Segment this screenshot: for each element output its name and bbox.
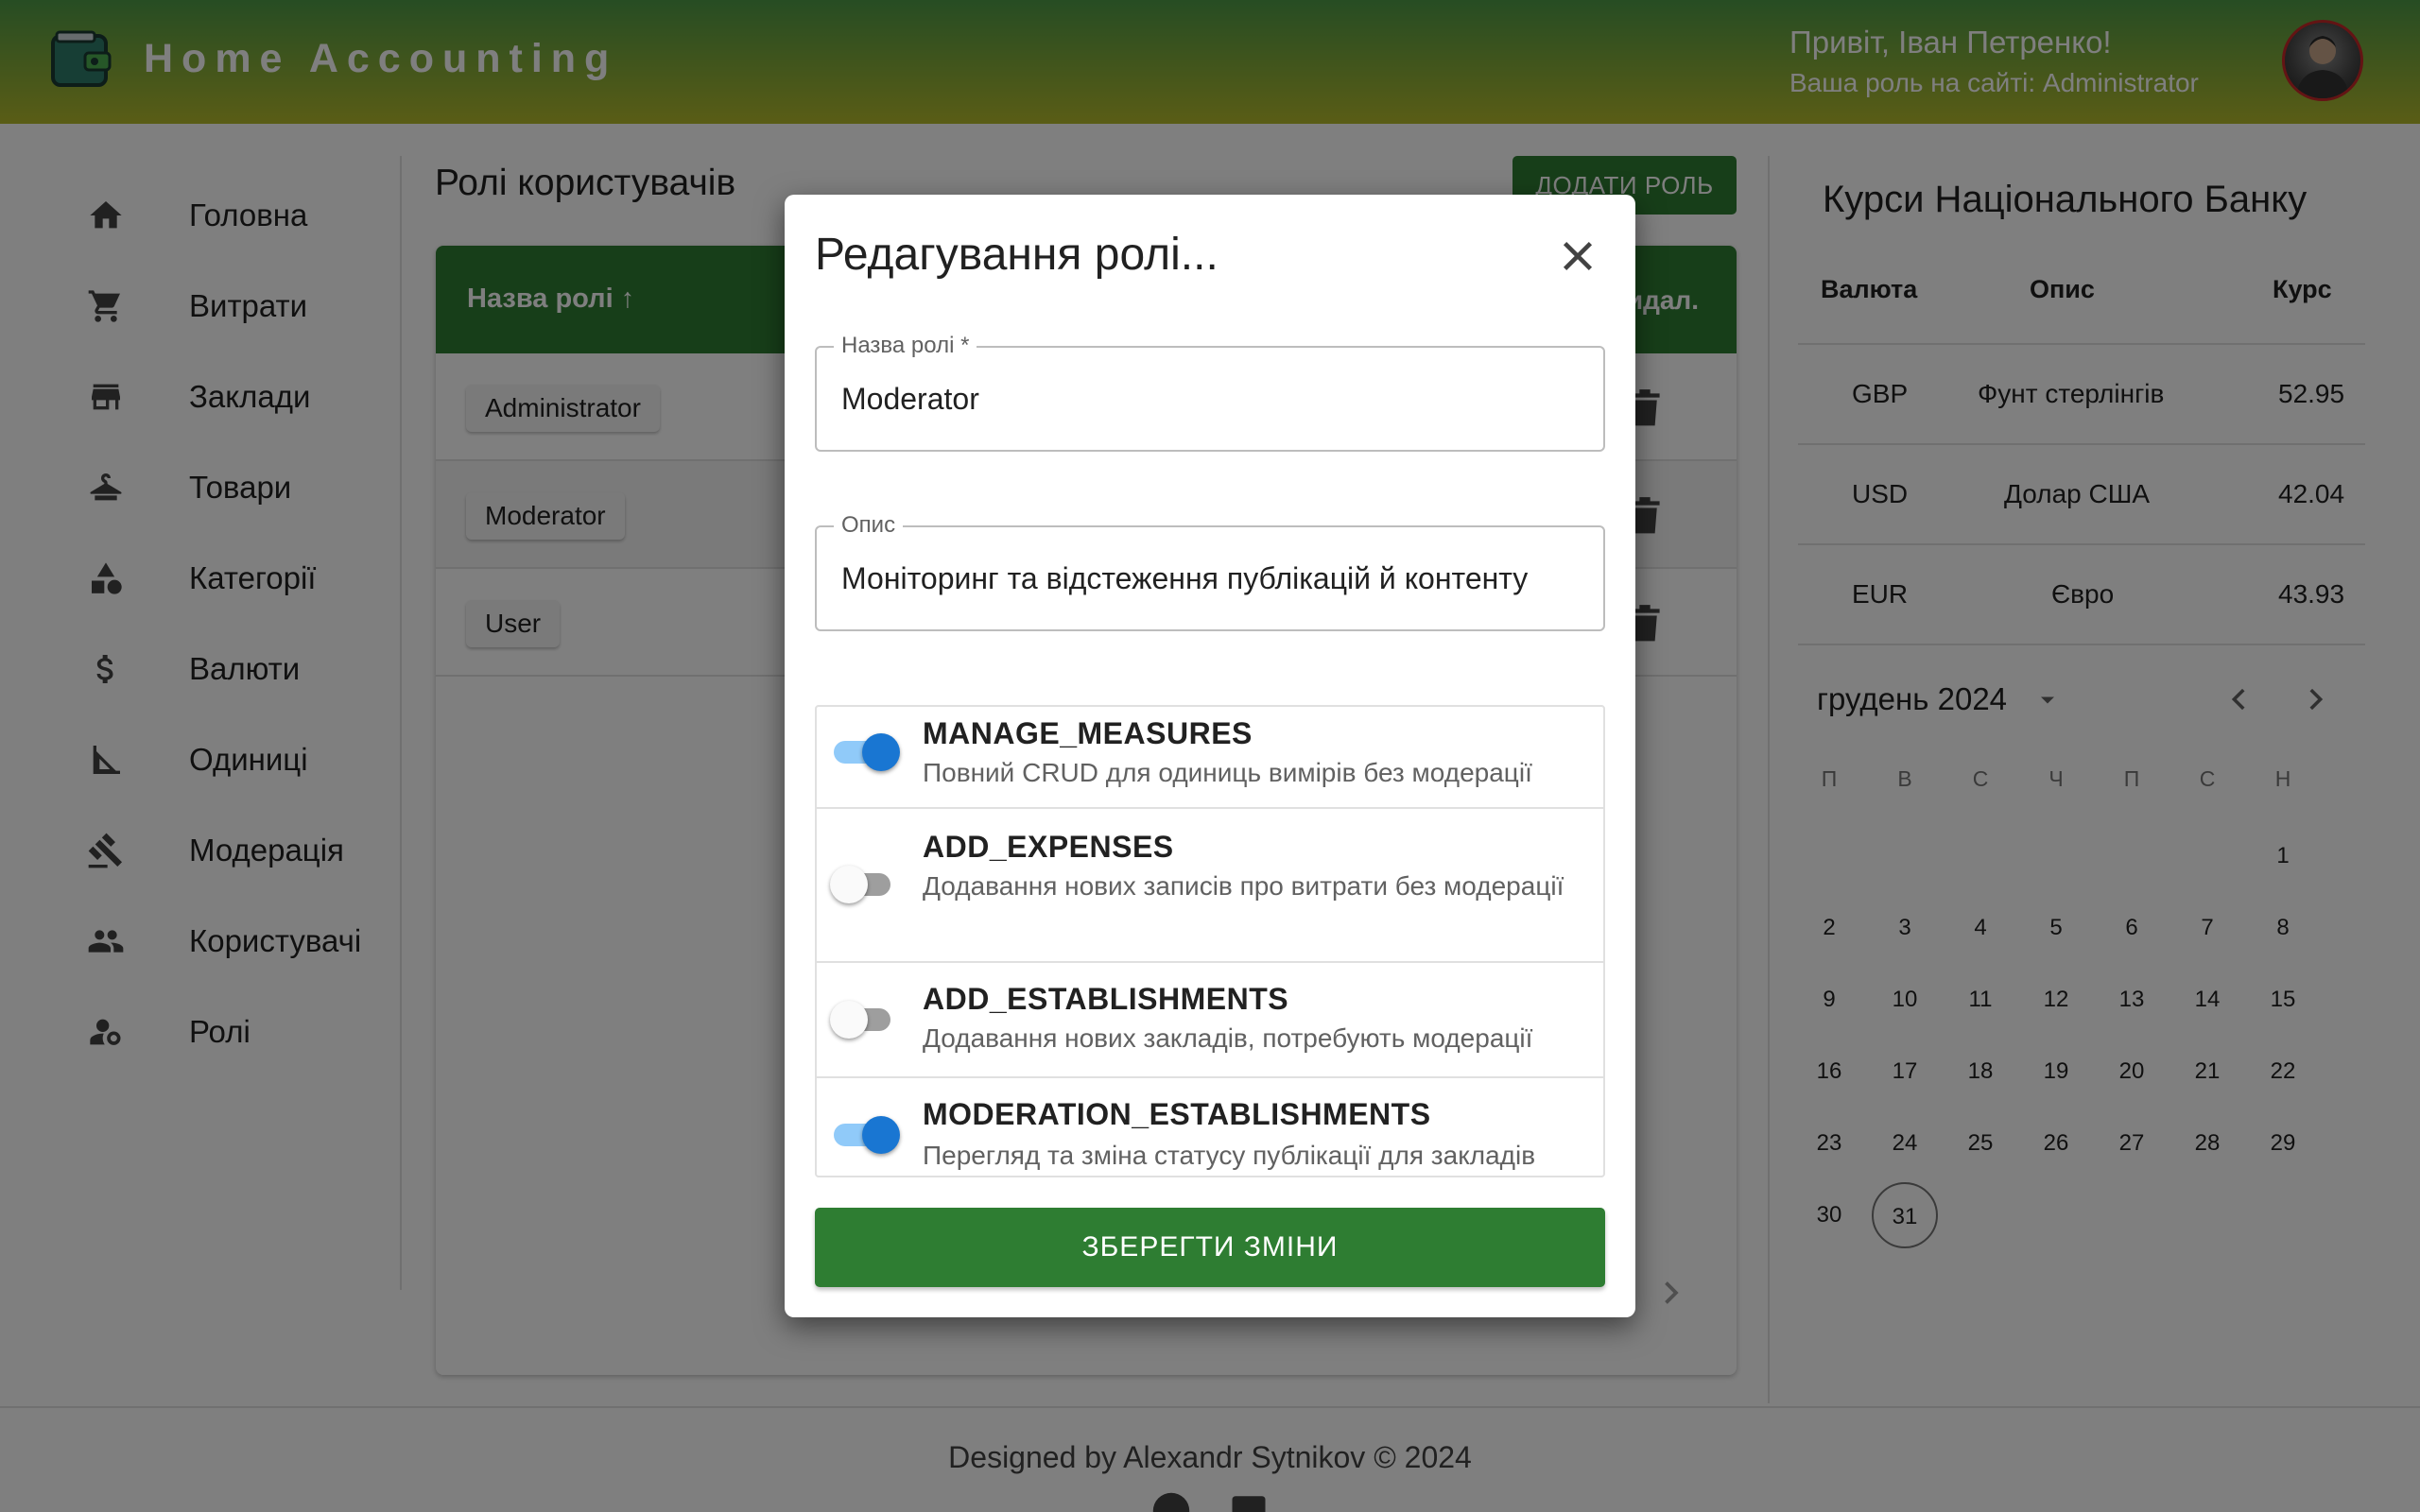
role-description-input[interactable]: Моніторинг та відстеження публікацій й к…	[841, 561, 1528, 596]
permission-description: Повний CRUD для одиниць вимірів без моде…	[923, 758, 1532, 787]
permission-name: ADD_ESTABLISHMENTS	[923, 982, 1289, 1016]
role-name-input[interactable]: Moderator	[841, 382, 979, 417]
permission-item: ADD_ESTABLISHMENTS Додавання нових закла…	[817, 963, 1603, 1078]
permission-name: MODERATION_ESTABLISHMENTS	[923, 1097, 1431, 1131]
permission-toggle[interactable]	[830, 862, 898, 903]
role-name-label: Назва ролі *	[834, 333, 977, 359]
permission-description: Додавання нових записів про витрати без …	[923, 871, 1564, 901]
permission-toggle[interactable]	[830, 1112, 900, 1154]
permission-item: MODERATION_ESTABLISHMENTS Перегляд та зм…	[817, 1078, 1603, 1176]
permission-toggle[interactable]	[830, 730, 900, 771]
permissions-list: MANAGE_MEASURES Повний CRUD для одиниць …	[815, 705, 1605, 1177]
role-name-field[interactable]: Назва ролі * Moderator	[815, 333, 1605, 452]
close-icon[interactable]	[1556, 234, 1599, 278]
save-changes-button[interactable]: ЗБЕРЕГТИ ЗМІНИ	[815, 1208, 1605, 1287]
permission-name: ADD_EXPENSES	[923, 830, 1174, 864]
role-description-field[interactable]: Опис Моніторинг та відстеження публікаці…	[815, 512, 1605, 631]
permission-item: ADD_EXPENSES Додавання нових записів про…	[817, 809, 1603, 963]
permission-item: MANAGE_MEASURES Повний CRUD для одиниць …	[817, 707, 1603, 809]
edit-role-dialog: Редагування ролі... Назва ролі * Moderat…	[785, 195, 1635, 1317]
permission-description: Перегляд та зміна статусу публікації для…	[923, 1141, 1536, 1170]
permission-description: Додавання нових закладів, потребують мод…	[923, 1023, 1533, 1053]
role-description-label: Опис	[834, 512, 904, 539]
permission-name: MANAGE_MEASURES	[923, 716, 1253, 750]
dialog-title: Редагування ролі...	[815, 230, 1219, 280]
permission-toggle[interactable]	[830, 997, 898, 1039]
